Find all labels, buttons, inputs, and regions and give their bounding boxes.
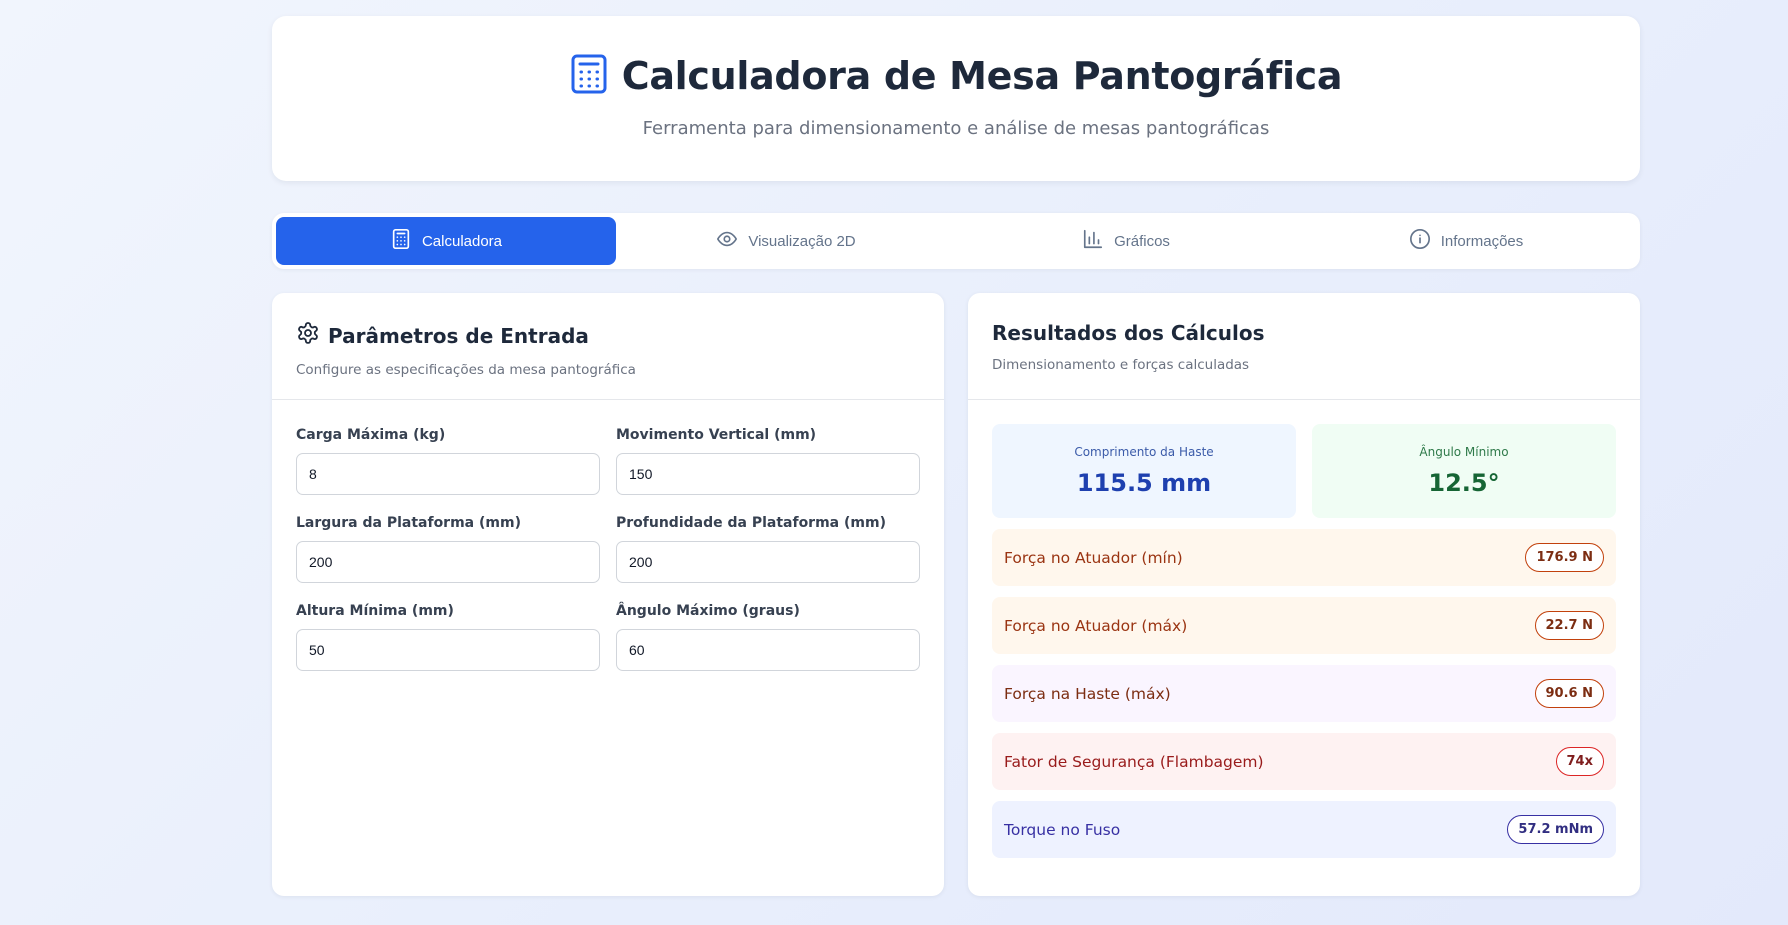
panel-title: Parâmetros de Entrada	[296, 321, 920, 350]
info-icon	[1409, 228, 1431, 254]
field-altura-minima: Altura Mínima (mm)	[296, 603, 600, 671]
field-largura-plataforma: Largura da Plataforma (mm)	[296, 515, 600, 583]
eye-icon	[716, 228, 738, 254]
tab-label: Calculadora	[421, 232, 503, 250]
result-label: Força no Atuador (máx)	[1004, 616, 1188, 635]
result-row-forca-atuador-min: Força no Atuador (mín) 176.9 N	[992, 529, 1616, 586]
angulo-maximo-input[interactable]	[616, 629, 920, 671]
field-movimento-vertical: Movimento Vertical (mm)	[616, 427, 920, 495]
tab-label: Visualização 2D	[748, 232, 856, 250]
result-badge: 22.7 N	[1534, 611, 1604, 640]
result-row-forca-haste-max: Força na Haste (máx) 90.6 N	[992, 665, 1616, 722]
panel-description: Configure as especificações da mesa pant…	[296, 362, 636, 378]
profundidade-plataforma-input[interactable]	[616, 541, 920, 583]
panel-description: Dimensionamento e forças calculadas	[992, 357, 1250, 373]
field-label: Largura da Plataforma (mm)	[296, 515, 521, 531]
tab-informacoes[interactable]: Informações	[1296, 217, 1636, 265]
result-label: Força na Haste (máx)	[1004, 684, 1171, 703]
stat-value: 12.5°	[1428, 469, 1500, 497]
bar-chart-icon	[1082, 228, 1104, 254]
result-badge: 74x	[1555, 747, 1604, 776]
stat-label: Comprimento da Haste	[1074, 445, 1214, 459]
panel-title-text: Resultados dos Cálculos	[992, 321, 1265, 345]
movimento-vertical-input[interactable]	[616, 453, 920, 495]
field-label: Profundidade da Plataforma (mm)	[616, 515, 886, 531]
input-form: Carga Máxima (kg) Movimento Vertical (mm…	[272, 400, 944, 671]
tab-calculadora[interactable]: Calculadora	[276, 217, 616, 265]
tab-label: Informações	[1440, 232, 1524, 250]
result-row-forca-atuador-max: Força no Atuador (máx) 22.7 N	[992, 597, 1616, 654]
stat-comprimento-haste: Comprimento da Haste 115.5 mm	[992, 424, 1296, 518]
gear-icon	[296, 321, 320, 350]
calculator-icon	[390, 228, 412, 254]
result-badge: 57.2 mNm	[1507, 815, 1604, 844]
result-badge: 176.9 N	[1525, 543, 1604, 572]
stat-value: 115.5 mm	[1076, 469, 1212, 497]
results-body: Comprimento da Haste 115.5 mm Ângulo Mín…	[968, 400, 1640, 858]
panel-title-text: Parâmetros de Entrada	[328, 323, 589, 348]
result-row-torque-fuso: Torque no Fuso 57.2 mNm	[992, 801, 1616, 858]
tab-bar: Calculadora Visualização 2D Gráficos Inf…	[272, 213, 1640, 269]
tab-graficos[interactable]: Gráficos	[956, 217, 1296, 265]
input-parameters-panel: Parâmetros de Entrada Configure as espec…	[272, 293, 944, 896]
result-row-fator-seguranca: Fator de Segurança (Flambagem) 74x	[992, 733, 1616, 790]
field-label: Carga Máxima (kg)	[296, 427, 446, 443]
field-label: Movimento Vertical (mm)	[616, 427, 817, 443]
tab-visualizacao-2d[interactable]: Visualização 2D	[616, 217, 956, 265]
app-container: Calculadora de Mesa Pantográfica Ferrame…	[272, 16, 1640, 896]
field-angulo-maximo: Ângulo Máximo (graus)	[616, 603, 920, 671]
page-title: Calculadora de Mesa Pantográfica	[621, 54, 1343, 98]
stat-row: Comprimento da Haste 115.5 mm Ângulo Mín…	[992, 424, 1616, 518]
field-profundidade-plataforma: Profundidade da Plataforma (mm)	[616, 515, 920, 583]
panel-title: Resultados dos Cálculos	[992, 321, 1616, 345]
field-carga-maxima: Carga Máxima (kg)	[296, 427, 600, 495]
header-card: Calculadora de Mesa Pantográfica Ferrame…	[272, 16, 1640, 181]
panel-header: Resultados dos Cálculos Dimensionamento …	[968, 293, 1640, 400]
stat-angulo-minimo: Ângulo Mínimo 12.5°	[1312, 424, 1616, 518]
result-badge: 90.6 N	[1534, 679, 1604, 708]
stat-label: Ângulo Mínimo	[1419, 445, 1509, 459]
altura-minima-input[interactable]	[296, 629, 600, 671]
result-label: Força no Atuador (mín)	[1004, 548, 1183, 567]
result-label: Fator de Segurança (Flambagem)	[1004, 752, 1264, 771]
largura-plataforma-input[interactable]	[296, 541, 600, 583]
calculator-icon	[570, 53, 608, 100]
results-panel: Resultados dos Cálculos Dimensionamento …	[968, 293, 1640, 896]
result-label: Torque no Fuso	[1004, 820, 1121, 839]
title-row: Calculadora de Mesa Pantográfica	[570, 53, 1343, 100]
field-label: Ângulo Máximo (graus)	[616, 603, 800, 619]
tab-label: Gráficos	[1114, 232, 1170, 250]
page-subtitle: Ferramenta para dimensionamento e anális…	[642, 117, 1270, 139]
field-label: Altura Mínima (mm)	[296, 603, 454, 619]
carga-maxima-input[interactable]	[296, 453, 600, 495]
panel-header: Parâmetros de Entrada Configure as espec…	[272, 293, 944, 400]
